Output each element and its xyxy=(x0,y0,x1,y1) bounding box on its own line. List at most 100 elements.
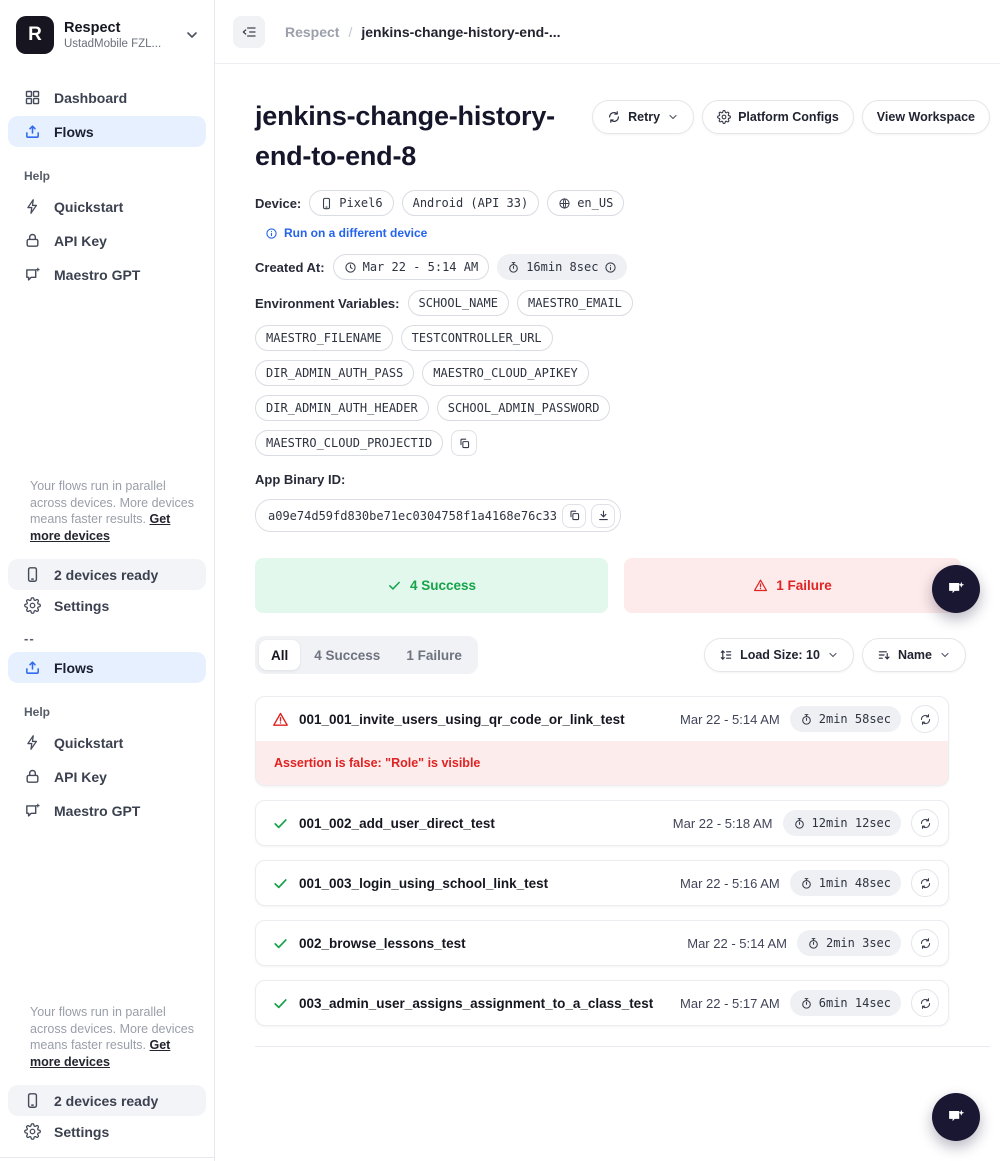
workspace-logo: R xyxy=(16,16,54,54)
test-row[interactable]: 001_003_login_using_school_link_test Mar… xyxy=(256,861,948,905)
run-different-device-link[interactable]: Run on a different device xyxy=(265,226,990,240)
env-var-chip: MAESTRO_CLOUD_PROJECTID xyxy=(255,430,443,456)
sidebar-item-maestro-gpt[interactable]: Maestro GPT xyxy=(8,259,206,290)
load-size-dropdown[interactable]: Load Size: 10 xyxy=(704,638,854,672)
sidebar-item-label: Flows xyxy=(54,660,94,676)
refresh-icon xyxy=(919,877,932,890)
devices-ready-status-2[interactable]: 2 devices ready xyxy=(8,1085,206,1116)
info-icon xyxy=(265,227,278,240)
result-banners: 4 Success 1 Failure xyxy=(255,558,990,613)
sidebar-item-quickstart[interactable]: Quickstart xyxy=(8,191,206,222)
retry-test-button[interactable] xyxy=(911,989,939,1017)
chevron-down-icon xyxy=(667,111,679,123)
test-row[interactable]: 001_002_add_user_direct_test Mar 22 - 5:… xyxy=(256,801,948,845)
retry-test-button[interactable] xyxy=(911,809,939,837)
lightning-icon xyxy=(24,198,41,215)
test-error-message: Assertion is false: "Role" is visible xyxy=(256,741,948,785)
assistant-chat-button[interactable] xyxy=(932,565,980,613)
sidebar-item-api-key-2[interactable]: API Key xyxy=(8,761,206,792)
test-row[interactable]: 002_browse_lessons_test Mar 22 - 5:14 AM… xyxy=(256,921,948,965)
sidebar-item-settings-2[interactable]: Settings xyxy=(8,1116,206,1147)
sidebar: R Respect UstadMobile FZL... Dashboard F… xyxy=(0,0,215,1161)
sidebar-item-flows[interactable]: Flows xyxy=(8,116,206,147)
test-row-card: 002_browse_lessons_test Mar 22 - 5:14 AM… xyxy=(255,920,949,966)
sidebar-item-quickstart-2[interactable]: Quickstart xyxy=(8,727,206,758)
workspace-switcher[interactable]: R Respect UstadMobile FZL... xyxy=(8,14,206,54)
app-binary-id-box: a09e74d59fd830be71ec0304758f1a4168e76c33 xyxy=(255,499,621,532)
chevron-down-icon xyxy=(184,27,200,43)
sidebar-item-label: Dashboard xyxy=(54,90,127,106)
sidebar-item-settings[interactable]: Settings xyxy=(8,590,206,621)
warning-triangle-icon xyxy=(272,711,289,728)
check-icon xyxy=(272,875,289,892)
copy-icon xyxy=(458,437,471,450)
sidebar-item-label: Maestro GPT xyxy=(54,267,140,283)
test-name: 001_003_login_using_school_link_test xyxy=(299,876,670,891)
sidebar-item-label: Settings xyxy=(54,1124,109,1140)
test-row-card: 001_003_login_using_school_link_test Mar… xyxy=(255,860,949,906)
breadcrumb-current: jenkins-change-history-end-... xyxy=(361,24,560,40)
sidebar-item-maestro-gpt-2[interactable]: Maestro GPT xyxy=(8,795,206,826)
retry-test-button[interactable] xyxy=(911,869,939,897)
platform-configs-button[interactable]: Platform Configs xyxy=(702,100,854,134)
phone-icon xyxy=(24,566,41,583)
assistant-chat-button[interactable] xyxy=(932,1093,980,1141)
environment-variables-row: Environment Variables: SCHOOL_NAME MAEST… xyxy=(255,290,639,456)
upload-icon xyxy=(24,659,41,676)
copy-env-vars-button[interactable] xyxy=(451,430,477,456)
device-chip: Pixel6 xyxy=(309,190,393,216)
breadcrumb: Respect / jenkins-change-history-end-... xyxy=(285,24,561,40)
tab-all[interactable]: All xyxy=(259,640,300,670)
check-icon xyxy=(272,995,289,1012)
env-var-chip: MAESTRO_CLOUD_APIKEY xyxy=(422,360,589,386)
devices-ready-status[interactable]: 2 devices ready xyxy=(8,559,206,590)
parallel-devices-promo-2: Your flows run in parallel across device… xyxy=(30,1004,196,1070)
test-date: Mar 22 - 5:14 AM xyxy=(687,936,787,951)
stopwatch-icon xyxy=(800,713,813,726)
test-row[interactable]: 003_admin_user_assigns_assignment_to_a_c… xyxy=(256,981,948,1025)
total-duration-pill: 16min 8sec xyxy=(497,254,627,280)
sort-icon xyxy=(877,648,891,662)
collapse-sidebar-button[interactable] xyxy=(233,16,265,48)
sidebar-item-label: API Key xyxy=(54,233,107,249)
retry-test-button[interactable] xyxy=(911,929,939,957)
devices-ready-label: 2 devices ready xyxy=(54,567,158,583)
stopwatch-icon xyxy=(800,997,813,1010)
retry-button[interactable]: Retry xyxy=(592,100,694,134)
run-actions: Retry Platform Configs View Workspace xyxy=(592,100,990,134)
created-at-chip: Mar 22 - 5:14 AM xyxy=(333,254,490,280)
copy-icon xyxy=(568,509,581,522)
dashboard-grid-icon xyxy=(24,89,41,106)
phone-icon xyxy=(320,197,333,210)
sidebar-item-dashboard[interactable]: Dashboard xyxy=(8,82,206,113)
env-var-chip: TESTCONTROLLER_URL xyxy=(401,325,553,351)
env-var-chip: MAESTRO_FILENAME xyxy=(255,325,393,351)
success-banner[interactable]: 4 Success xyxy=(255,558,608,613)
sidebar-section-help: Help xyxy=(24,169,206,183)
failure-banner[interactable]: 1 Failure xyxy=(624,558,961,613)
os-chip: Android (API 33) xyxy=(402,190,540,216)
test-name: 001_002_add_user_direct_test xyxy=(299,816,663,831)
test-row[interactable]: 001_001_invite_users_using_qr_code_or_li… xyxy=(256,697,948,741)
gear-icon xyxy=(24,597,41,614)
copy-binary-id-button[interactable] xyxy=(562,504,586,528)
sidebar-nav: Dashboard Flows Help Quickstart API Key … xyxy=(8,82,206,290)
device-label: Device: xyxy=(255,196,301,211)
test-row-card: 003_admin_user_assigns_assignment_to_a_c… xyxy=(255,980,949,1026)
sidebar-item-flows-2[interactable]: Flows xyxy=(8,652,206,683)
view-workspace-button[interactable]: View Workspace xyxy=(862,100,990,134)
tab-failure[interactable]: 1 Failure xyxy=(394,640,474,670)
test-duration-pill: 6min 14sec xyxy=(790,990,901,1016)
refresh-icon xyxy=(919,817,932,830)
chat-sparkle-icon xyxy=(945,578,967,600)
gear-icon xyxy=(717,110,731,124)
sidebar-bottom-divider xyxy=(0,1157,214,1158)
download-binary-button[interactable] xyxy=(591,504,615,528)
refresh-icon xyxy=(919,937,932,950)
tab-success[interactable]: 4 Success xyxy=(302,640,392,670)
sort-dropdown[interactable]: Name xyxy=(862,638,966,672)
workspace-name: Respect xyxy=(64,20,161,36)
retry-test-button[interactable] xyxy=(911,705,939,733)
sidebar-item-api-key[interactable]: API Key xyxy=(8,225,206,256)
breadcrumb-workspace[interactable]: Respect xyxy=(285,24,339,40)
